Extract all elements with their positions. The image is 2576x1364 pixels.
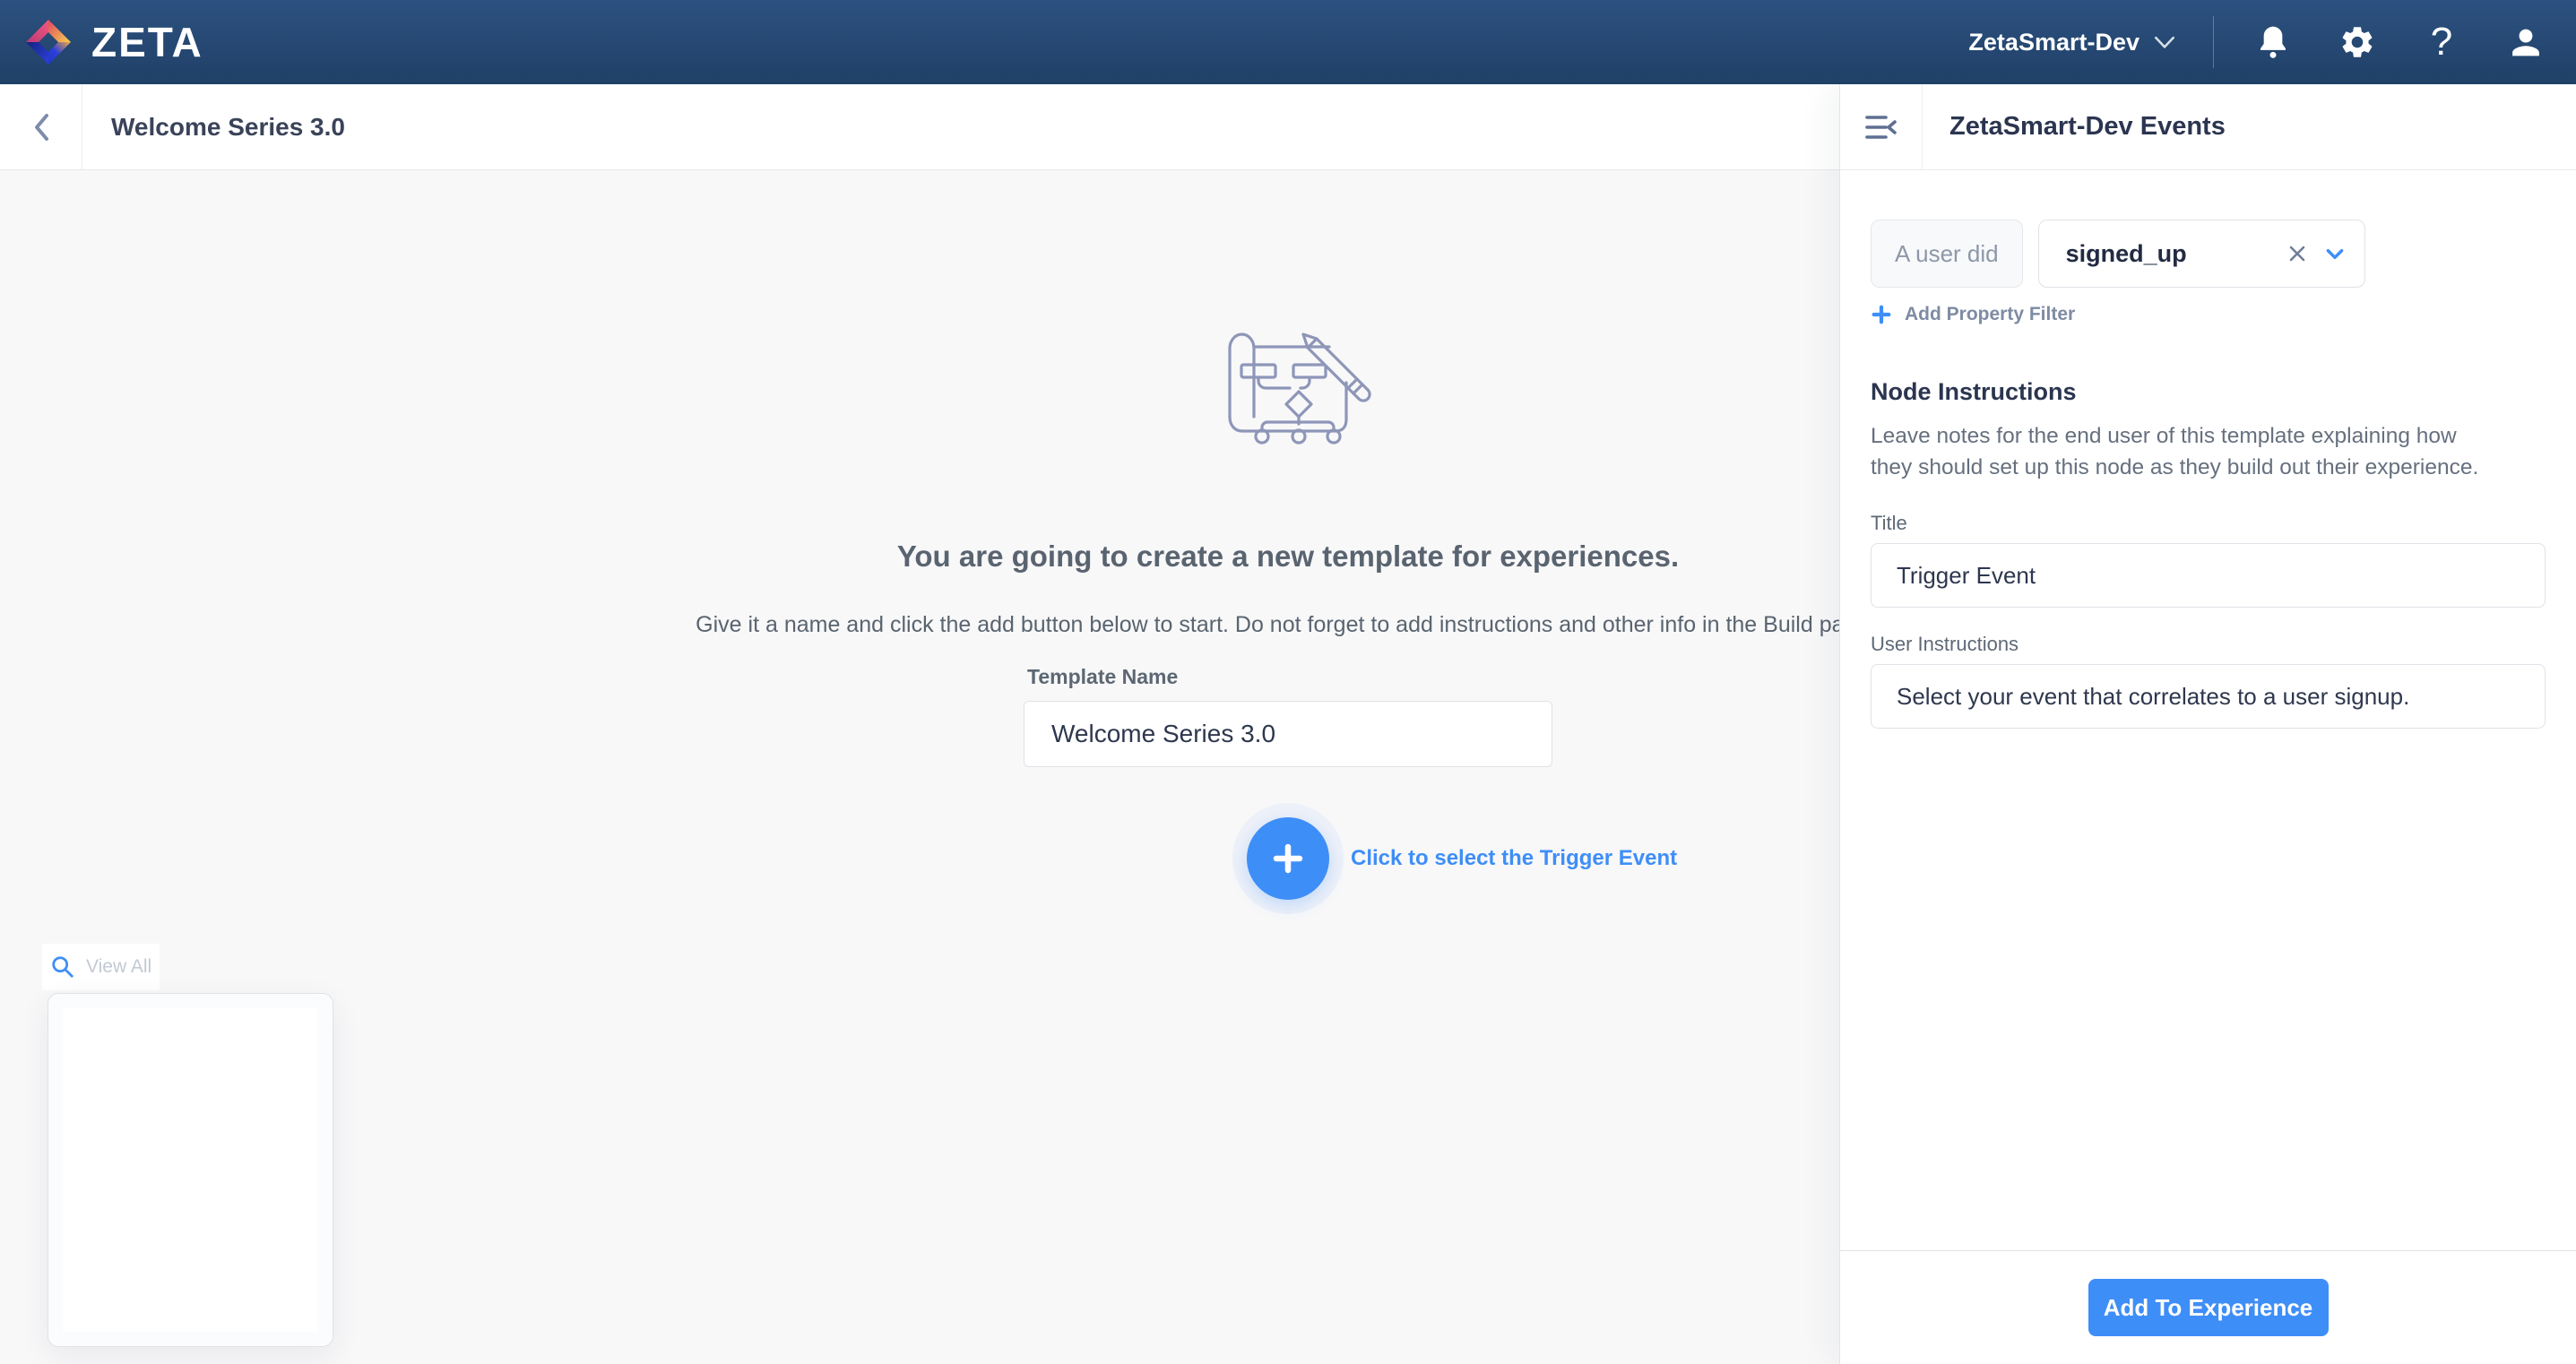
chevron-left-icon	[30, 111, 52, 143]
events-panel-header: ZetaSmart-Dev Events	[1840, 84, 2576, 170]
plus-icon	[1871, 304, 1892, 325]
search-results-dropdown	[48, 993, 333, 1347]
node-search-bar[interactable]	[42, 944, 160, 990]
event-select-value: signed_up	[2066, 240, 2286, 268]
page-title: Welcome Series 3.0	[82, 113, 345, 142]
empty-state-heading: You are going to create a new template f…	[897, 540, 1679, 574]
template-name-label: Template Name	[1027, 665, 1178, 689]
settings-button[interactable]	[2338, 21, 2377, 64]
notifications-button[interactable]	[2253, 21, 2293, 64]
condition-chip[interactable]: A user did	[1871, 220, 2023, 288]
top-navbar: ZETA ZetaSmart-Dev	[0, 0, 2576, 84]
profile-button[interactable]	[2506, 21, 2546, 64]
title-field-input[interactable]	[1871, 543, 2546, 608]
account-name: ZetaSmart-Dev	[1968, 29, 2139, 56]
condition-chip-label: A user did	[1895, 240, 1999, 268]
zeta-logo[interactable]: ZETA	[0, 18, 203, 66]
page-toolbar: Welcome Series 3.0	[0, 84, 1839, 170]
app-root: ZETA ZetaSmart-Dev	[0, 0, 2576, 1364]
trigger-event-row: Click to select the Trigger Event	[1247, 817, 1677, 900]
navbar-divider	[2213, 16, 2214, 68]
node-instructions-body: Leave notes for the end user of this tem…	[1871, 420, 2498, 483]
event-select[interactable]: signed_up	[2038, 220, 2365, 288]
user-instructions-input[interactable]	[1871, 664, 2546, 729]
events-panel-body: A user did signed_up	[1840, 170, 2576, 1250]
question-icon: ?	[2431, 22, 2452, 62]
add-trigger-button[interactable]	[1247, 817, 1329, 900]
person-icon	[2507, 23, 2545, 61]
plus-icon	[1268, 839, 1308, 878]
event-select-controls	[2286, 242, 2347, 265]
brand-wordmark: ZETA	[91, 18, 203, 66]
title-field-label: Title	[1871, 512, 2546, 535]
add-property-filter-label: Add Property Filter	[1905, 304, 2075, 325]
bell-icon	[2255, 22, 2291, 62]
events-panel: ZetaSmart-Dev Events A user did signed_u…	[1839, 84, 2576, 1364]
empty-state-subtext: Give it a name and click the add button …	[696, 612, 1880, 638]
template-name-input[interactable]	[1024, 701, 1552, 767]
gear-icon	[2338, 23, 2376, 61]
node-instructions-heading: Node Instructions	[1871, 377, 2546, 406]
events-panel-footer: Add To Experience	[1840, 1250, 2576, 1364]
account-switcher[interactable]: ZetaSmart-Dev	[1968, 29, 2177, 56]
chevron-down-icon[interactable]	[2323, 242, 2347, 265]
view-all-input[interactable]	[86, 956, 163, 978]
trigger-cta-link[interactable]: Click to select the Trigger Event	[1351, 846, 1677, 871]
back-button[interactable]	[0, 84, 82, 169]
event-condition-row: A user did signed_up	[1871, 220, 2546, 288]
search-results-list	[63, 1008, 318, 1332]
search-icon	[50, 954, 75, 980]
chevron-down-icon	[2152, 30, 2177, 55]
user-instructions-label: User Instructions	[1871, 633, 2546, 656]
navbar-right: ZetaSmart-Dev	[1968, 16, 2576, 68]
navbar-icon-group: ?	[2253, 21, 2546, 64]
events-panel-title: ZetaSmart-Dev Events	[1923, 112, 2226, 142]
add-property-filter-button[interactable]: Add Property Filter	[1871, 304, 2075, 325]
zeta-diamond-icon	[25, 19, 72, 65]
collapse-panel-icon	[1864, 113, 1898, 142]
add-to-experience-button[interactable]: Add To Experience	[2088, 1279, 2329, 1336]
blueprint-illustration	[1203, 316, 1373, 451]
clear-event-button[interactable]	[2286, 242, 2309, 265]
help-button[interactable]: ?	[2422, 21, 2461, 64]
collapse-panel-button[interactable]	[1840, 84, 1923, 169]
